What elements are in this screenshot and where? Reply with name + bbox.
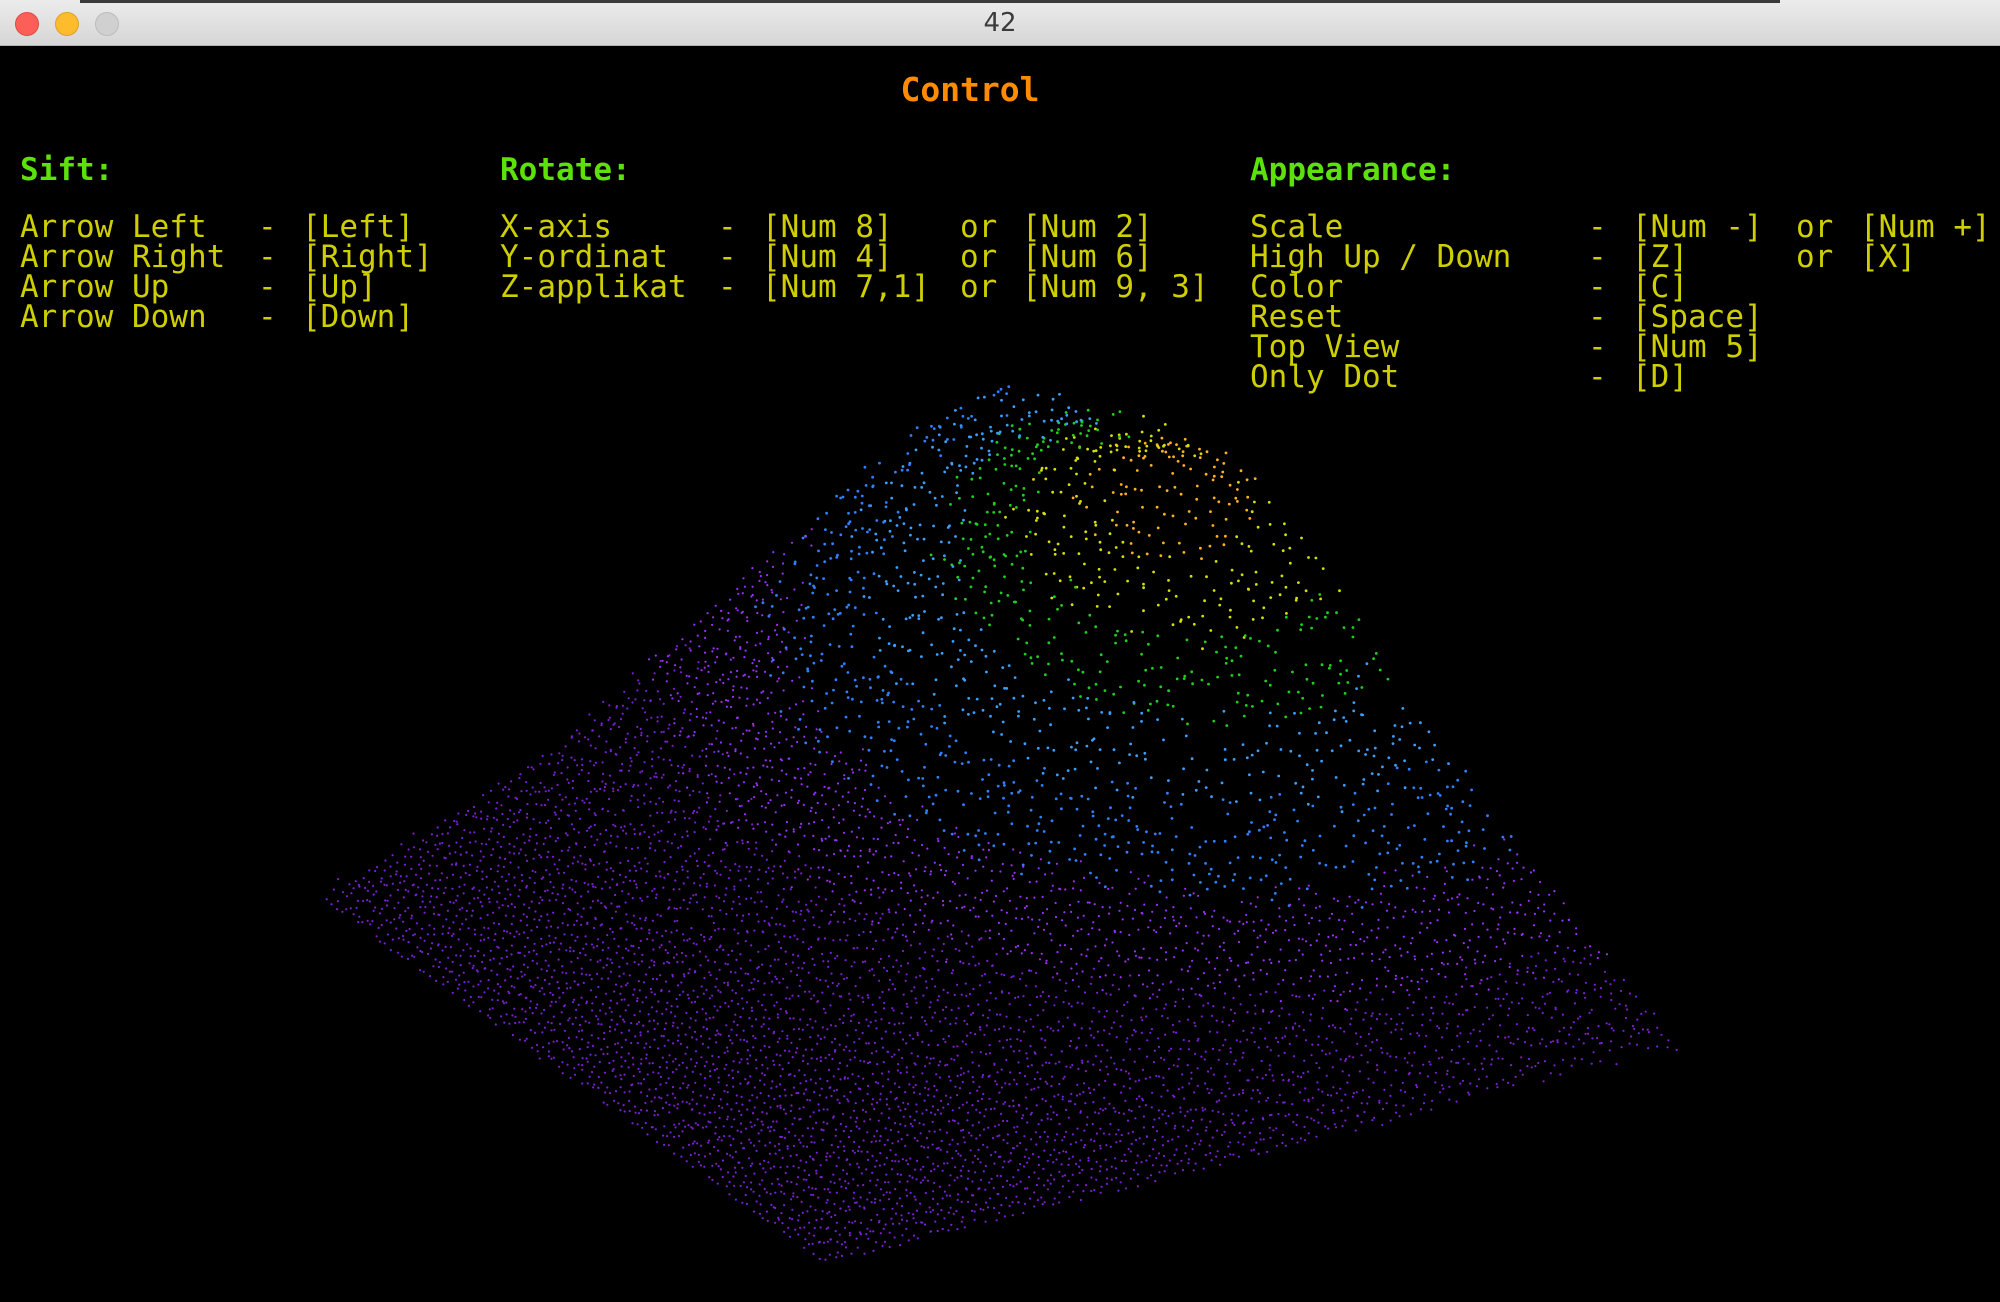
control-row-color: Color - [C] xyxy=(1250,269,1991,305)
control-alt-key: [Num 9, 3] xyxy=(1022,269,1209,305)
control-row-y-ordinat: Y-ordinat - [Num 4] or [Num 6] xyxy=(500,239,1209,275)
control-action: High Up / Down xyxy=(1250,239,1512,275)
control-or: or xyxy=(1796,239,1834,275)
control-or: or xyxy=(1796,209,1834,245)
control-row-reset: Reset - [Space] xyxy=(1250,299,1991,335)
control-alt-key: [Num 6] xyxy=(1022,239,1153,275)
control-separator: - xyxy=(1588,299,1607,335)
control-row-arrow-up: Arrow Up - [Up] xyxy=(20,269,433,305)
control-title: Control xyxy=(900,70,1040,109)
control-action: Scale xyxy=(1250,209,1344,245)
control-action: Y-ordinat xyxy=(500,239,668,275)
control-separator: - xyxy=(1588,269,1607,305)
control-key: [C] xyxy=(1632,269,1688,305)
control-separator: - xyxy=(1588,359,1607,395)
control-action: X-axis xyxy=(500,209,612,245)
control-key: [Right] xyxy=(302,239,433,275)
section-heading-appearance: Appearance: xyxy=(1250,152,1456,188)
control-action: Arrow Left xyxy=(20,209,207,245)
control-key: [Down] xyxy=(302,299,414,335)
control-action: Arrow Up xyxy=(20,269,170,305)
control-separator: - xyxy=(718,239,737,275)
control-separator: - xyxy=(718,269,737,305)
control-key: [Num 7,1] xyxy=(762,269,930,305)
control-action: Arrow Down xyxy=(20,299,207,335)
section-heading-sift: Sift: xyxy=(20,152,114,188)
control-row-x-axis: X-axis - [Num 8] or [Num 2] xyxy=(500,209,1209,245)
control-separator: - xyxy=(258,269,277,305)
control-row-top-view: Top View - [Num 5] xyxy=(1250,329,1991,365)
control-alt-key: [Num 2] xyxy=(1022,209,1153,245)
control-separator: - xyxy=(1588,239,1607,275)
control-action: Only Dot xyxy=(1250,359,1400,395)
control-key: [Num -] xyxy=(1632,209,1763,245)
window-title: 42 xyxy=(983,8,1017,38)
control-separator: - xyxy=(258,209,277,245)
window-titlebar: 42 xyxy=(0,0,2000,46)
terrain-points xyxy=(325,385,1678,1261)
control-separator: - xyxy=(1588,329,1607,365)
control-row-only-dot: Only Dot - [D] xyxy=(1250,359,1991,395)
control-action: Top View xyxy=(1250,329,1400,365)
control-action: Z-applikat xyxy=(500,269,687,305)
render-canvas[interactable]: Control Sift: Arrow Left - [Left] Arrow … xyxy=(0,46,2000,1302)
control-key: [Z] xyxy=(1632,239,1688,275)
control-alt-key: [Num +] xyxy=(1860,209,1991,245)
control-or: or xyxy=(960,269,998,305)
control-row-arrow-right: Arrow Right - [Right] xyxy=(20,239,433,275)
section-appearance: Appearance: Scale - [Num -] or [Num +] H… xyxy=(1250,150,1991,395)
control-row-z-applikat: Z-applikat - [Num 7,1] or [Num 9, 3] xyxy=(500,269,1209,305)
control-action: Color xyxy=(1250,269,1344,305)
control-action: Arrow Right xyxy=(20,239,226,275)
control-row-scale: Scale - [Num -] or [Num +] xyxy=(1250,209,1991,245)
control-key: [D] xyxy=(1632,359,1688,395)
control-row-arrow-left: Arrow Left - [Left] xyxy=(20,209,433,245)
control-separator: - xyxy=(258,299,277,335)
control-alt-key: [X] xyxy=(1860,239,1916,275)
control-action: Reset xyxy=(1250,299,1344,335)
control-separator: - xyxy=(258,239,277,275)
control-or: or xyxy=(960,209,998,245)
control-key: [Space] xyxy=(1632,299,1763,335)
control-row-arrow-down: Arrow Down - [Down] xyxy=(20,299,433,335)
control-key: [Up] xyxy=(302,269,377,305)
section-sift: Sift: Arrow Left - [Left] Arrow Right - … xyxy=(20,150,433,335)
control-or: or xyxy=(960,239,998,275)
control-key: [Left] xyxy=(302,209,414,245)
control-key: [Num 4] xyxy=(762,239,893,275)
control-row-high: High Up / Down - [Z] or [X] xyxy=(1250,239,1991,275)
control-key: [Num 5] xyxy=(1632,329,1763,365)
control-separator: - xyxy=(1588,209,1607,245)
control-separator: - xyxy=(718,209,737,245)
section-rotate: Rotate: X-axis - [Num 8] or [Num 2] Y-or… xyxy=(500,150,1209,305)
section-heading-rotate: Rotate: xyxy=(500,152,631,188)
control-key: [Num 8] xyxy=(762,209,893,245)
